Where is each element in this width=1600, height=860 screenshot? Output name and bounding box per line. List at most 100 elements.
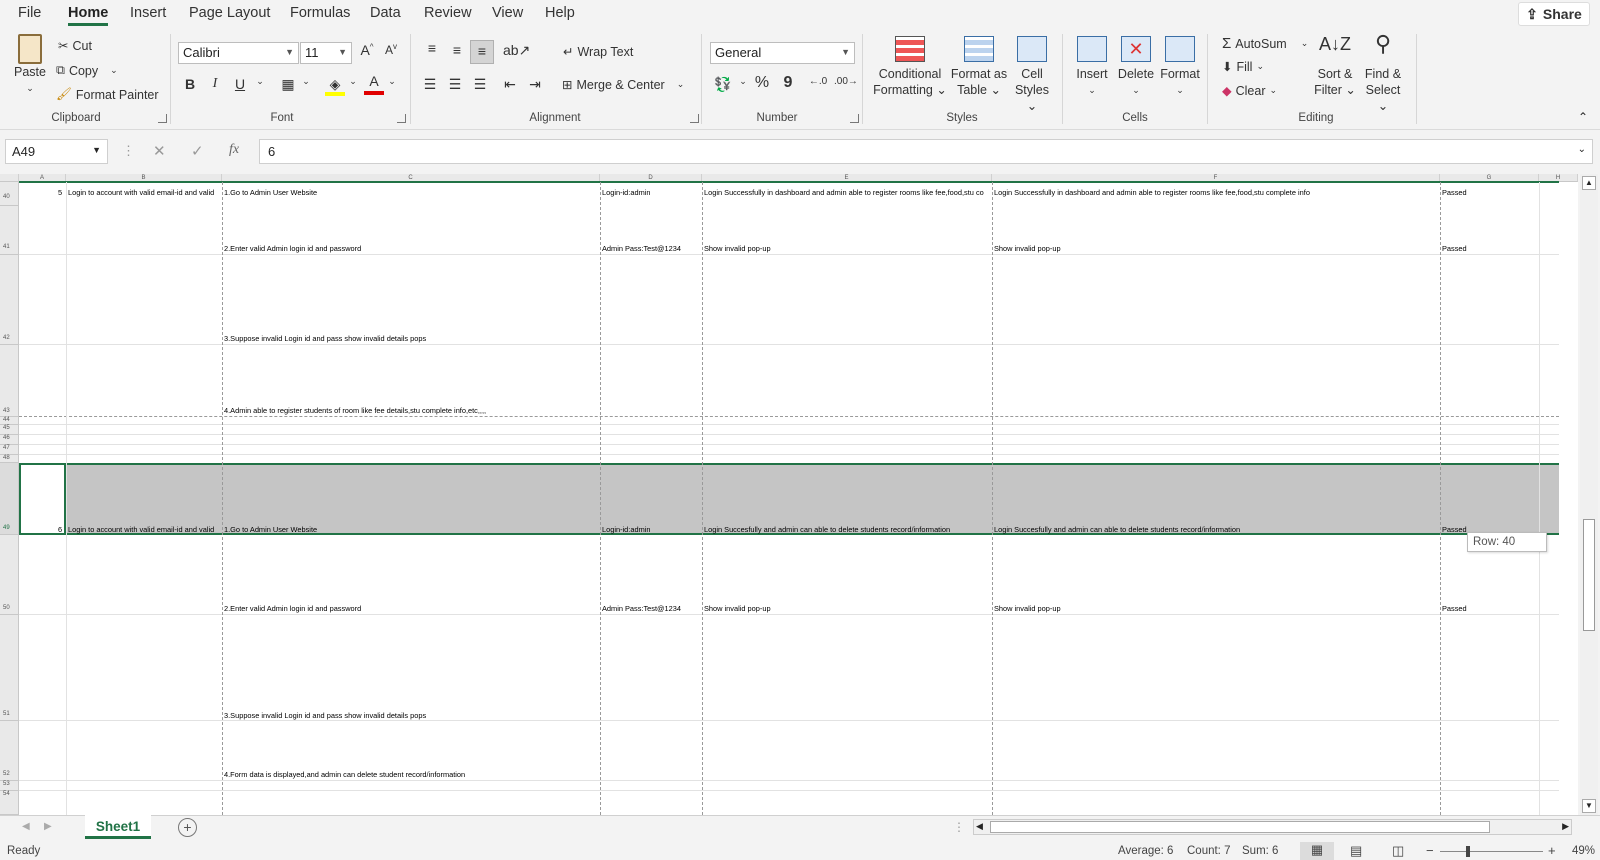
format-painter-button[interactable]: 🖌 Format Painter [56, 87, 159, 102]
increase-indent-icon[interactable]: ⇥ [525, 76, 545, 93]
cell-a40[interactable]: 5 [58, 188, 62, 197]
paste-button[interactable]: Paste ⌄ [10, 34, 50, 96]
cell-d41[interactable]: Admin Pass:Test@1234 [602, 244, 681, 253]
cell-c49[interactable]: 1.Go to Admin User Website [224, 525, 317, 534]
cell-g40[interactable]: Passed [1442, 188, 1467, 197]
decrease-indent-icon[interactable]: ⇤ [500, 76, 520, 93]
row-header-53[interactable]: 53 [0, 781, 19, 791]
number-launcher-icon[interactable] [850, 114, 859, 123]
cancel-entry-icon[interactable]: ✕ [153, 142, 166, 160]
collapse-ribbon-icon[interactable]: ⌃ [1578, 110, 1588, 124]
row-header-47[interactable]: 47 [0, 445, 19, 455]
font-size-select[interactable]: 11 ▼ [300, 42, 352, 64]
decrease-font-icon[interactable]: Av [381, 42, 401, 57]
align-left-icon[interactable]: ☰ [420, 76, 440, 93]
tab-formulas[interactable]: Formulas [290, 5, 350, 21]
tab-file[interactable]: File [18, 5, 41, 21]
confirm-entry-icon[interactable]: ✓ [191, 142, 204, 160]
zoom-slider-thumb[interactable] [1466, 846, 1470, 857]
cell-d50[interactable]: Admin Pass:Test@1234 [602, 604, 681, 613]
wrap-text-button[interactable]: ↵ Wrap Text [563, 44, 633, 60]
orientation-icon[interactable]: ab↗ [503, 42, 530, 59]
align-bottom-icon[interactable]: ≡ [470, 40, 494, 64]
cell-f49[interactable]: Login Succesfully and admin can able to … [994, 525, 1240, 534]
add-sheet-icon[interactable]: + [178, 818, 197, 837]
cell-c50[interactable]: 2.Enter valid Admin login id and passwor… [224, 604, 361, 613]
align-center-icon[interactable]: ☰ [445, 76, 465, 93]
underline-dropdown-icon[interactable]: ⌄ [250, 76, 270, 87]
sort-filter-button[interactable]: A↓Z Sort & Filter ⌄ [1312, 35, 1358, 98]
row-header-40[interactable]: 40 [0, 182, 19, 206]
split-grip-icon[interactable]: ⋮ [953, 820, 965, 834]
borders-icon[interactable]: ▦ [278, 76, 298, 93]
alignment-launcher-icon[interactable] [690, 114, 699, 123]
scroll-right-icon[interactable]: ▶ [1562, 821, 1569, 832]
name-box[interactable]: A49 ▼ [5, 139, 108, 164]
decrease-decimal-icon[interactable]: .00→ [834, 76, 858, 87]
cell-c52[interactable]: 4.Form data is displayed,and admin can d… [224, 770, 465, 779]
number-format-select[interactable]: General ▼ [710, 42, 855, 64]
next-sheet-icon[interactable]: ▶ [44, 821, 52, 832]
row-header-42[interactable]: 42 [0, 255, 19, 345]
tab-review[interactable]: Review [424, 5, 472, 21]
row-header-41[interactable]: 41 [0, 206, 19, 255]
tab-view[interactable]: View [492, 5, 523, 21]
page-layout-view-icon[interactable]: ▤ [1350, 843, 1362, 859]
status-average[interactable]: Average: 6 [1118, 845, 1173, 857]
horizontal-scrollbar[interactable]: ◀ ▶ [973, 819, 1572, 835]
row-header-43[interactable]: 43 [0, 345, 19, 417]
cell-d49[interactable]: Login-id:admin [602, 525, 650, 534]
page-break-preview-icon[interactable]: ◫ [1392, 843, 1404, 859]
cell-g49[interactable]: Passed [1442, 525, 1467, 534]
font-color-icon[interactable]: A [364, 73, 384, 95]
autosum-button[interactable]: Σ AutoSum ⌄ [1222, 35, 1308, 52]
cell-g41[interactable]: Passed [1442, 244, 1467, 253]
row-header-46[interactable]: 46 [0, 435, 19, 445]
copy-button[interactable]: ⧉ Copy ⌄ [56, 63, 118, 78]
cell-g50[interactable]: Passed [1442, 604, 1467, 613]
cell-e40[interactable]: Login Successfully in dashboard and admi… [704, 188, 991, 197]
cell-c43[interactable]: 4.Admin able to register students of roo… [224, 406, 486, 415]
prev-sheet-icon[interactable]: ◀ [22, 821, 30, 832]
normal-view-icon[interactable]: ▦ [1300, 842, 1334, 860]
status-sum[interactable]: Sum: 6 [1242, 845, 1278, 857]
percent-button[interactable]: % [752, 74, 772, 92]
tab-insert[interactable]: Insert [130, 5, 166, 21]
comma-button[interactable]: 9 [778, 74, 798, 92]
cell-c41[interactable]: 2.Enter valid Admin login id and passwor… [224, 244, 361, 253]
vertical-scrollbar[interactable]: ▲ ▼ [1580, 174, 1598, 815]
cell-e49[interactable]: Login Succesfully and admin can able to … [704, 525, 950, 534]
currency-icon[interactable]: 💱 [713, 76, 733, 93]
tab-home[interactable]: Home [68, 5, 109, 26]
align-top-icon[interactable]: ≡ [422, 40, 442, 56]
currency-dropdown-icon[interactable]: ⌄ [733, 76, 753, 87]
cell-b40[interactable]: Login to account with valid email-id and… [68, 188, 221, 197]
cell-f40[interactable]: Login Successfully in dashboard and admi… [994, 188, 1310, 197]
cell-e50[interactable]: Show invalid pop-up [704, 604, 771, 613]
increase-font-icon[interactable]: A^ [357, 42, 377, 58]
tab-help[interactable]: Help [545, 5, 575, 21]
merge-center-button[interactable]: ⊞ Merge & Center ⌄ [562, 77, 684, 93]
delete-cells-button[interactable]: ✕ Delete ⌄ [1115, 36, 1157, 98]
insert-function-icon[interactable]: fx [229, 142, 239, 158]
cut-button[interactable]: ✂ Cut [58, 38, 92, 54]
borders-dropdown-icon[interactable]: ⌄ [296, 76, 316, 87]
align-right-icon[interactable]: ☰ [470, 76, 490, 93]
row-header-54[interactable]: 54 [0, 791, 19, 815]
clipboard-launcher-icon[interactable] [158, 114, 167, 123]
row-header-45[interactable]: 45 [0, 425, 19, 435]
tab-data[interactable]: Data [370, 5, 401, 21]
row-header-49[interactable]: 49 [0, 463, 19, 535]
cell-e41[interactable]: Show invalid pop-up [704, 244, 771, 253]
format-cells-button[interactable]: Format ⌄ [1158, 36, 1202, 98]
conditional-formatting-button[interactable]: Conditional Formatting ⌄ [872, 36, 948, 98]
scroll-down-icon[interactable]: ▼ [1582, 799, 1596, 813]
cell-styles-button[interactable]: Cell Styles ⌄ [1009, 36, 1055, 114]
fill-color-dropdown-icon[interactable]: ⌄ [343, 76, 363, 87]
row-header-52[interactable]: 52 [0, 721, 19, 781]
bold-button[interactable]: B [180, 76, 200, 92]
cell-d40[interactable]: Login-id:admin [602, 188, 650, 197]
zoom-slider[interactable] [1440, 851, 1543, 852]
cell-c51[interactable]: 3.Suppose invalid Login id and pass show… [224, 711, 426, 720]
vertical-scroll-thumb[interactable] [1583, 519, 1595, 631]
